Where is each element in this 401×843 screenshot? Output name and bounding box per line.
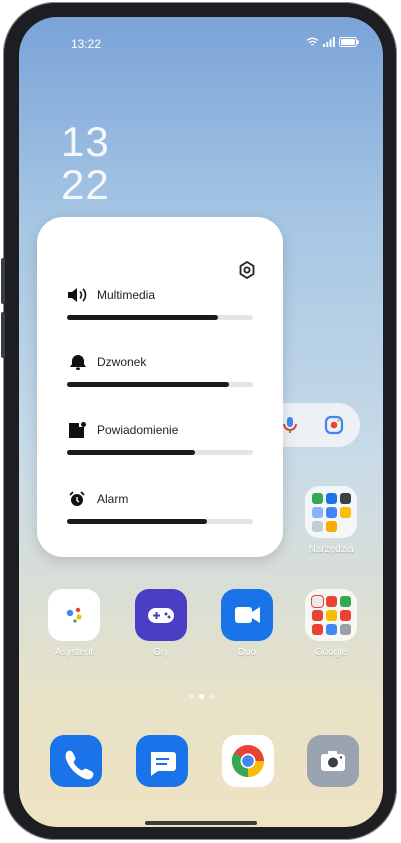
phone-icon[interactable] <box>50 735 102 787</box>
home-indicator[interactable] <box>145 821 257 825</box>
app-label: Google <box>314 647 348 658</box>
page-indicator <box>189 694 214 699</box>
slider-fill <box>67 519 207 524</box>
volume-row-dzwonek: Dzwonek <box>67 352 253 387</box>
messages-icon[interactable] <box>136 735 188 787</box>
volume-slider-powiadomienie[interactable] <box>67 450 253 455</box>
volume-label: Multimedia <box>97 288 156 302</box>
lens-icon[interactable] <box>324 415 344 435</box>
volume-panel: Multimedia Dzwonek Powiadomienie Alarm <box>37 217 283 557</box>
app-gry[interactable]: Gry <box>133 589 189 658</box>
slider-fill <box>67 450 196 455</box>
slider-fill <box>67 315 218 320</box>
volume-label: Alarm <box>97 492 129 506</box>
app-duo[interactable]: Duo <box>219 589 275 658</box>
volume-label: Powiadomienie <box>97 423 179 437</box>
wifi-icon <box>306 37 319 46</box>
status-time: 13:22 <box>71 37 102 51</box>
settings-gear-icon[interactable] <box>237 260 257 280</box>
page-dot <box>209 694 214 699</box>
signal-icon <box>323 37 335 47</box>
slider-fill <box>67 382 229 387</box>
page-dot <box>189 694 194 699</box>
notification-icon <box>69 422 86 438</box>
alarm-clock-icon <box>69 491 85 506</box>
app-narzedzia[interactable]: Narzędzia <box>303 486 359 555</box>
video-camera-icon <box>221 589 273 641</box>
app-google[interactable]: Google <box>303 589 359 658</box>
volume-row-alarm: Alarm <box>67 489 253 524</box>
volume-row-powiadomienie: Powiadomienie <box>67 420 253 455</box>
microphone-icon[interactable] <box>280 415 300 435</box>
app-label: Duo <box>237 647 257 658</box>
page-dot-active <box>199 694 204 699</box>
tools-folder-icon <box>305 486 357 538</box>
app-asystent[interactable]: Asystent <box>46 589 102 658</box>
app-label: Narzędzia <box>308 544 354 555</box>
power-button <box>1 312 5 358</box>
volume-row-multimedia: Multimedia <box>67 285 253 320</box>
gamepad-icon <box>135 589 187 641</box>
app-label: Asystent <box>54 647 94 658</box>
clock-minute: 22 <box>61 161 110 208</box>
clock-hour: 13 <box>61 118 110 165</box>
volume-slider-dzwonek[interactable] <box>67 382 253 387</box>
bell-icon <box>70 355 86 370</box>
lock-clock: 13 22 <box>61 120 110 206</box>
battery-icon <box>339 37 359 47</box>
app-label: Gry <box>152 647 170 658</box>
volume-button <box>1 258 5 304</box>
status-bar: 13:22 <box>19 37 383 55</box>
chrome-icon[interactable] <box>222 735 274 787</box>
camera-icon[interactable] <box>307 735 359 787</box>
speaker-icon <box>68 288 87 302</box>
volume-label: Dzwonek <box>97 355 147 369</box>
volume-slider-alarm[interactable] <box>67 519 253 524</box>
google-folder-icon <box>305 589 357 641</box>
status-icons <box>306 37 359 47</box>
assistant-icon <box>48 589 100 641</box>
volume-slider-multimedia[interactable] <box>67 315 253 320</box>
